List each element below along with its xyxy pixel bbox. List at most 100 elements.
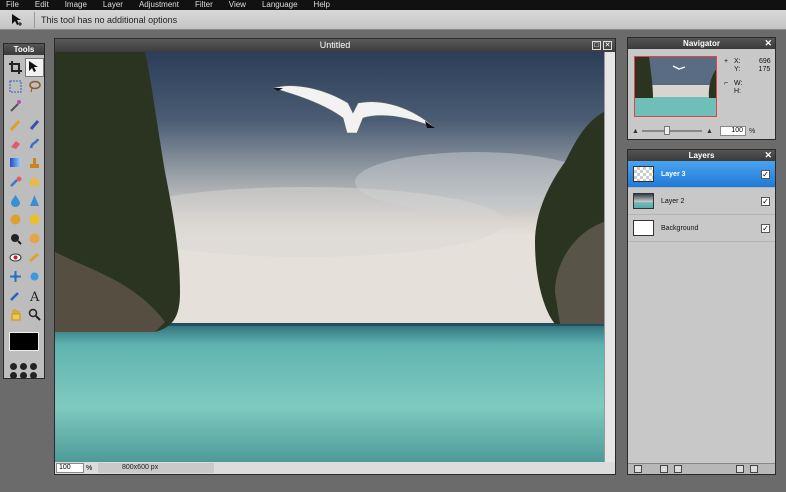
layer-name: Background [661,224,699,232]
navigator-zoom-unit: % [749,127,756,135]
menu-view[interactable]: View [229,0,246,10]
layer-name: Layer 3 [661,170,686,178]
document-status-bar: 100 % 800x600 px [55,462,615,474]
zoom-input[interactable]: 100 [56,463,84,473]
options-message: This tool has no additional options [41,14,178,25]
color-picker-icon[interactable] [6,286,25,305]
close-icon[interactable]: ✕ [603,41,612,50]
burn-tool-icon[interactable] [6,229,25,248]
sponge-tool-icon[interactable] [6,210,25,229]
stamp-tool-icon[interactable] [25,153,44,172]
zoom-in-icon[interactable]: ▲ [706,128,716,135]
layer-visibility-checkbox[interactable]: ✓ [761,170,770,179]
navigator-panel: Navigator ✕ + X: 696 Y: 175 ⌐ W: H: ▲ ▲ 100 … [627,37,776,140]
layer-item[interactable]: Background ✓ [628,215,775,242]
layer-thumbnail [633,193,654,209]
layers-toolbar [628,463,775,474]
dodge-tool-icon[interactable] [25,210,44,229]
menu-edit[interactable]: Edit [35,0,49,10]
new-layer-icon[interactable] [736,465,744,473]
empty-tool-slot [25,96,44,115]
y-value: 175 [758,66,771,73]
pinch-tool-icon[interactable] [6,267,25,286]
document-title: Untitled [319,40,351,50]
navigator-title: Navigator [683,39,720,48]
dimension-icon: ⌐ [724,80,729,87]
close-icon[interactable]: ✕ [764,38,772,49]
move-tool-icon [6,11,28,29]
color-palette-icon[interactable] [10,363,40,379]
menu-image[interactable]: Image [65,0,87,10]
move-tool-icon[interactable] [25,58,44,77]
cursor-coordinates: + X: 696 Y: 175 ⌐ W: H: [724,58,771,96]
sharpen-tool-icon[interactable] [25,191,44,210]
h-label: H: [734,88,741,95]
foreground-color-swatch[interactable] [9,332,39,351]
menu-bar: File Edit Image Layer Adjustment Filter … [0,0,786,10]
tool-grid: A [4,55,44,324]
type-tool-icon[interactable]: A [25,286,44,305]
menu-language[interactable]: Language [262,0,298,10]
red-eye-tool-icon[interactable] [6,248,25,267]
magic-wand-icon[interactable] [6,96,25,115]
w-label: W: [734,80,743,87]
x-label: X: [734,58,741,65]
gradient-tool-icon[interactable] [6,153,25,172]
layer-settings-icon[interactable] [674,465,682,473]
layers-panel: Layers ✕ Layer 3 ✓ Layer 2 ✓ Background … [627,149,776,475]
navigator-title-bar: Navigator ✕ [628,38,775,49]
vertical-scrollbar[interactable] [604,52,615,462]
layers-title: Layers [688,151,715,160]
navigator-thumbnail[interactable] [634,56,717,117]
image-canvas[interactable] [55,52,604,462]
menu-file[interactable]: File [6,0,19,10]
bloat-tool-icon[interactable] [25,229,44,248]
close-icon[interactable]: ✕ [764,150,772,161]
maximize-icon[interactable]: □ [592,41,601,50]
marquee-tool-icon[interactable] [6,77,25,96]
divider [34,11,35,28]
layer-mask-icon[interactable] [660,465,668,473]
window-buttons: □ ✕ [592,41,612,50]
smudge-tool-icon[interactable] [25,134,44,153]
zoom-unit: % [86,464,93,472]
hand-tool-icon[interactable] [6,305,25,324]
menu-filter[interactable]: Filter [195,0,213,10]
svg-text:A: A [29,290,40,302]
blur-tool-icon[interactable] [6,191,25,210]
x-value: 696 [758,58,771,65]
zoom-out-icon[interactable]: ▲ [632,128,642,135]
options-bar: This tool has no additional options [0,10,786,30]
document-title-bar[interactable]: Untitled □ ✕ [55,39,615,52]
zoom-slider[interactable] [642,126,702,135]
eraser-tool-icon[interactable] [6,134,25,153]
zoom-tool-icon[interactable] [25,305,44,324]
layer-item[interactable]: Layer 2 ✓ [628,188,775,215]
pencil-tool-icon[interactable] [6,115,25,134]
color-replace-icon[interactable] [6,172,25,191]
drawing-tool-icon[interactable] [25,172,44,191]
layer-thumbnail [633,220,654,236]
layers-title-bar: Layers ✕ [628,150,775,161]
crosshair-icon: + [724,58,729,65]
layer-thumbnail [633,166,654,182]
menu-adjustment[interactable]: Adjustment [139,0,179,10]
pinch2-tool-icon[interactable] [25,267,44,286]
layer-name: Layer 2 [661,197,685,205]
image-size-label: 800x600 px [98,463,214,473]
document-window: Untitled □ ✕ 100 % 800x600 px [54,38,616,475]
navigator-zoom-input[interactable]: 100 [720,126,746,136]
crop-tool-icon[interactable] [6,58,25,77]
layer-item[interactable]: Layer 3 ✓ [628,161,775,188]
layer-visibility-checkbox[interactable]: ✓ [761,197,770,206]
menu-layer[interactable]: Layer [103,0,123,10]
layer-style-icon[interactable] [634,465,642,473]
spot-heal-tool-icon[interactable] [25,248,44,267]
layer-visibility-checkbox[interactable]: ✓ [761,224,770,233]
tools-panel-title: Tools [4,44,44,55]
menu-help[interactable]: Help [314,0,330,10]
lasso-tool-icon[interactable] [25,77,44,96]
zoom-slider-handle[interactable] [664,126,670,135]
delete-layer-icon[interactable] [750,465,758,473]
brush-tool-icon[interactable] [25,115,44,134]
